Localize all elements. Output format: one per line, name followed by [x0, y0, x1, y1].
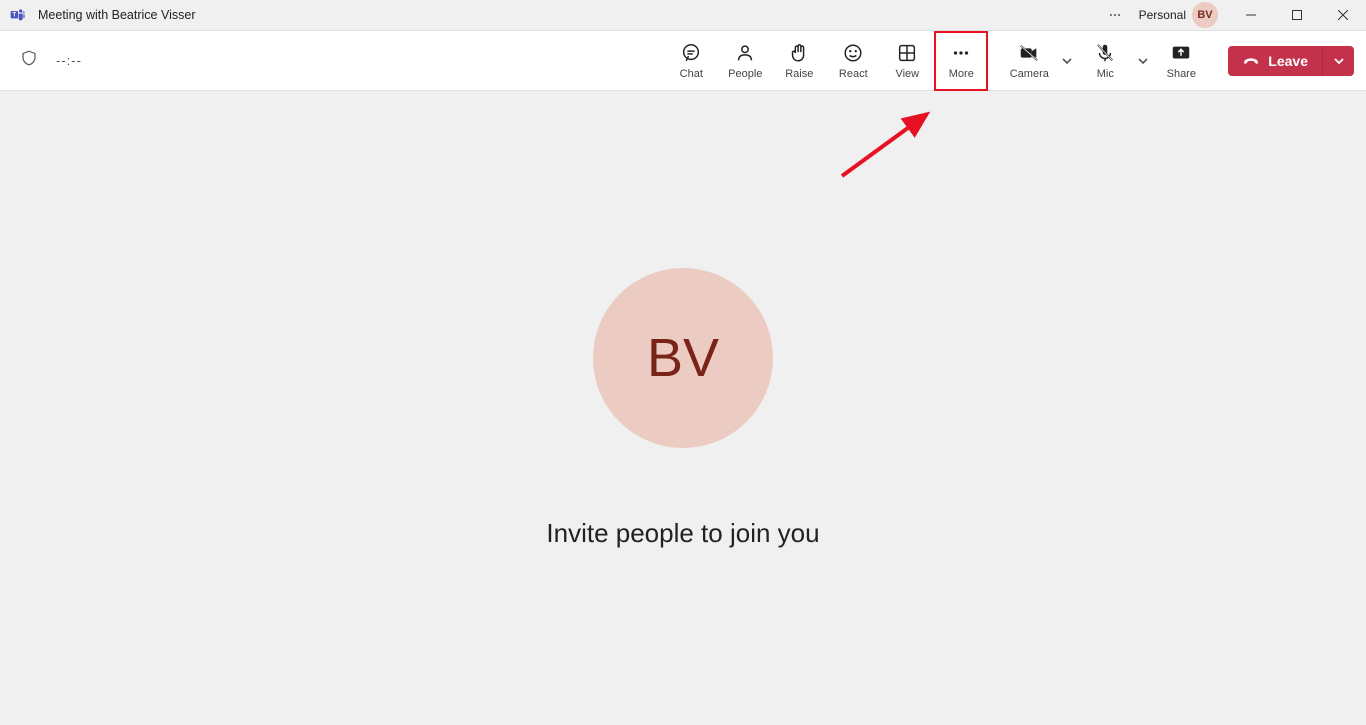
camera-chevron-button[interactable] [1056, 31, 1078, 91]
camera-button[interactable]: Camera [1002, 31, 1056, 91]
privacy-shield-icon[interactable] [20, 49, 38, 72]
invite-heading: Invite people to join you [546, 518, 819, 549]
more-button[interactable]: More [934, 31, 988, 91]
raise-hand-icon [787, 41, 811, 65]
raise-label: Raise [785, 68, 813, 80]
chat-button[interactable]: Chat [664, 31, 718, 91]
titlebar: T Meeting with Beatrice Visser Personal … [0, 0, 1366, 31]
account-type-label: Personal [1139, 8, 1186, 22]
share-button[interactable]: Share [1154, 31, 1208, 91]
react-smile-icon [841, 41, 865, 65]
people-label: People [728, 68, 762, 80]
more-dots-icon [949, 41, 973, 65]
annotation-arrow-icon [832, 106, 942, 186]
camera-off-icon [1017, 41, 1041, 65]
people-icon [733, 41, 757, 65]
raise-hand-button[interactable]: Raise [772, 31, 826, 91]
share-label: Share [1167, 68, 1196, 80]
share-screen-icon [1169, 41, 1193, 65]
view-grid-icon [895, 41, 919, 65]
meeting-toolbar: --:-- Chat People Raise React View More … [0, 31, 1366, 91]
svg-text:T: T [12, 13, 16, 19]
meeting-stage: BV Invite people to join you [0, 91, 1366, 725]
react-button[interactable]: React [826, 31, 880, 91]
titlebar-right: Personal BV [1095, 0, 1366, 30]
mic-label: Mic [1097, 68, 1114, 80]
hangup-icon [1242, 52, 1260, 70]
leave-chevron-button[interactable] [1322, 46, 1354, 76]
meeting-info: --:-- [20, 49, 82, 72]
close-button[interactable] [1320, 0, 1366, 31]
mic-off-icon [1093, 41, 1117, 65]
settings-more-button[interactable] [1095, 0, 1135, 31]
view-button[interactable]: View [880, 31, 934, 91]
meeting-timer: --:-- [56, 53, 82, 68]
leave-button[interactable]: Leave [1228, 46, 1322, 76]
camera-label: Camera [1010, 68, 1049, 80]
leave-label: Leave [1268, 53, 1308, 69]
maximize-button[interactable] [1274, 0, 1320, 31]
teams-logo-icon: T [10, 7, 26, 23]
minimize-button[interactable] [1228, 0, 1274, 31]
mic-button[interactable]: Mic [1078, 31, 1132, 91]
avatar-small[interactable]: BV [1192, 2, 1218, 28]
view-label: View [895, 68, 919, 80]
more-label: More [949, 68, 974, 80]
chat-label: Chat [680, 68, 703, 80]
mic-chevron-button[interactable] [1132, 31, 1154, 91]
react-label: React [839, 68, 868, 80]
people-button[interactable]: People [718, 31, 772, 91]
participant-avatar: BV [593, 268, 773, 448]
window-title: Meeting with Beatrice Visser [38, 8, 195, 22]
chat-icon [679, 41, 703, 65]
